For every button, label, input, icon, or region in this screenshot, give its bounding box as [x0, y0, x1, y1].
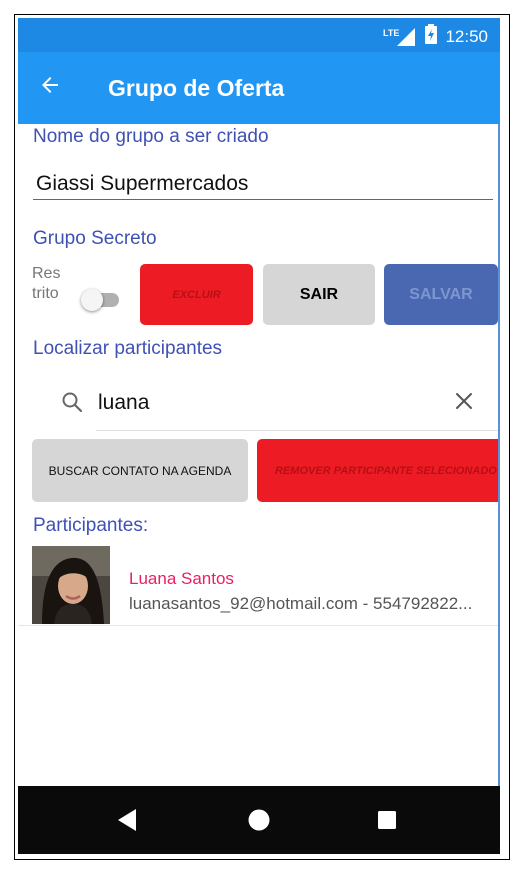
- exit-button[interactable]: SAIR: [263, 264, 375, 325]
- restricted-toggle[interactable]: [81, 288, 121, 312]
- battery-icon: [425, 24, 438, 49]
- status-bar: LTE 12:50: [18, 18, 500, 52]
- participants-label: Participantes:: [33, 515, 149, 536]
- square-recents-icon[interactable]: [369, 802, 405, 838]
- back-arrow-icon[interactable]: [38, 70, 62, 106]
- toggle-thumb: [81, 289, 103, 311]
- app-bar: Grupo de Oferta: [18, 52, 500, 124]
- row-divider: [18, 625, 500, 626]
- delete-button[interactable]: EXCLUIR: [140, 264, 253, 325]
- circle-home-icon[interactable]: [241, 802, 277, 838]
- scroll-edge: [498, 124, 500, 786]
- triangle-back-icon[interactable]: [110, 802, 146, 838]
- remove-participant-button[interactable]: REMOVER PARTICIPANTE SELECIONADO: [257, 439, 500, 502]
- participant-name: Luana Santos: [129, 569, 234, 588]
- save-button[interactable]: SALVAR: [384, 264, 498, 325]
- restricted-label: Res trito: [32, 265, 61, 302]
- close-icon[interactable]: [453, 390, 475, 412]
- phone-screen: LTE 12:50 Grupo de Oferta Nome do grupo …: [18, 18, 500, 854]
- network-label: LTE: [383, 28, 399, 38]
- status-icons: LTE 12:50: [383, 24, 488, 49]
- app-title: Grupo de Oferta: [108, 75, 285, 101]
- navigation-bar: [18, 786, 500, 854]
- avatar: [32, 546, 110, 624]
- secret-group-label: Grupo Secreto: [33, 228, 157, 249]
- status-time: 12:50: [445, 26, 488, 46]
- search-contacts-button[interactable]: BUSCAR CONTATO NA AGENDA: [32, 439, 248, 502]
- participant-detail: luanasantos_92@hotmail.com - 554792822..…: [129, 594, 473, 613]
- group-name-field[interactable]: [33, 168, 493, 200]
- search-input[interactable]: [98, 386, 438, 420]
- search-underline: [96, 430, 500, 431]
- find-participants-label: Localizar participantes: [33, 338, 223, 359]
- signal-icon: LTE: [383, 27, 417, 47]
- search-icon: [60, 390, 84, 414]
- participant-list-item[interactable]: Luana Santos luanasantos_92@hotmail.com …: [18, 546, 500, 626]
- group-name-label: Nome do grupo a ser criado: [33, 126, 269, 147]
